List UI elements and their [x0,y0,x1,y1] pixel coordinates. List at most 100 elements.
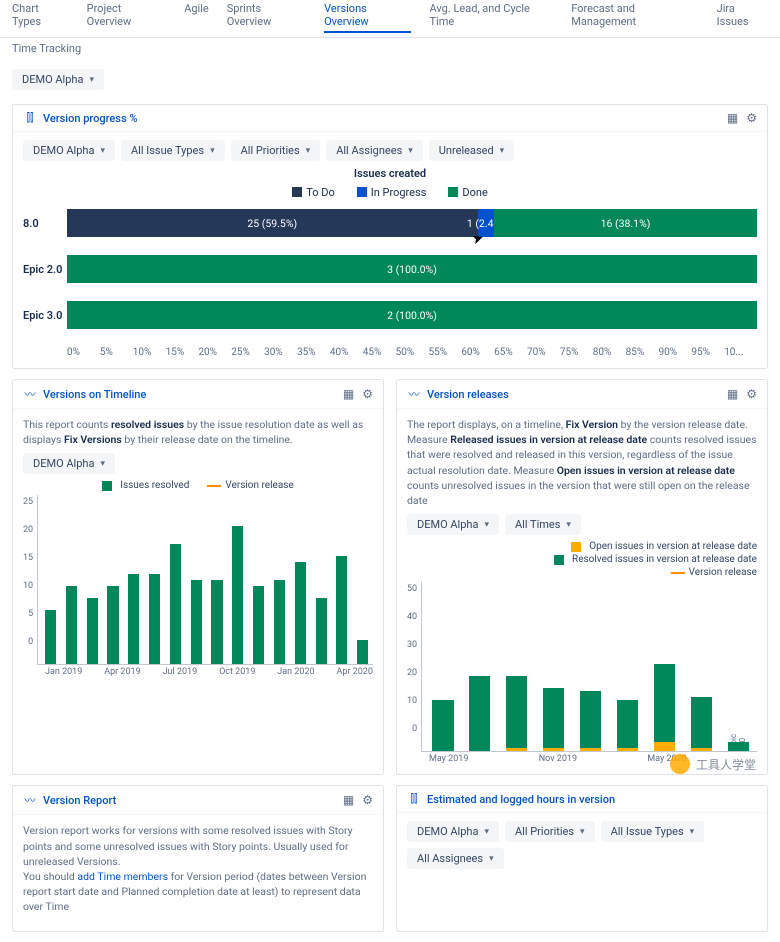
column [42,610,59,664]
column [188,580,205,664]
bar-segment: 1 (2.4%)➤ [478,209,495,237]
column-chart: 50403020100 1.02.03.0, Epic 1.04.05.06.0… [407,582,757,752]
column: 2.0 [146,574,163,664]
stacked-bar: 3 (100.0%) [67,255,757,283]
top-nav: Chart Types Project Overview Agile Sprints … [0,0,780,38]
settings-icon[interactable]: ⚙ [362,387,373,401]
column: 8.0 [685,697,718,751]
filter-pill[interactable]: All Priorities [505,821,595,842]
column: 6.0 [292,562,309,664]
filter-row: DEMO Alpha All Priorities All Issue Types A… [407,821,757,869]
panel-title-label: Version releases [427,388,509,401]
nav-tab[interactable]: Avg. Lead, and Cycle Time [429,2,553,33]
line-chart-icon: 〰 [23,792,37,808]
legend-swatch [571,542,581,552]
column: 5.0 [250,586,267,664]
column: Epic 2.0 [313,598,330,664]
filter-row: DEMO Alpha All Issue Types All PrioritiesA… [23,140,757,161]
panel-title-version-progress[interactable]: ⫿⫿ Version progress % [23,111,137,125]
column: 4.0 [209,580,226,664]
chart-title: Issues created [23,167,757,180]
panel-description: This report counts resolved issues by th… [23,417,373,447]
cursor-icon: ➤ [469,229,485,248]
column: Epic 3.0 [722,742,755,751]
panel-title-label: Versions on Timeline [43,388,146,401]
filter-pill[interactable]: DEMO Alpha [407,514,499,535]
panel-title-label: Version progress % [43,112,137,125]
line-chart-icon: 〰 [23,386,37,402]
nav-tab[interactable]: Forecast and Management [571,2,698,33]
stacked-bar: 25 (59.5%)1 (2.4%)➤16 (38.1%) [67,209,757,237]
table-view-icon[interactable]: ▦ [727,387,738,401]
panel-title-releases[interactable]: 〰 Version releases [407,386,509,402]
legend-swatch [357,187,367,197]
stacked-bar-chart: 8.025 (59.5%)1 (2.4%)➤16 (38.1%)Epic 2.0… [23,209,757,329]
chart-legend: Issues resolved Version release [23,480,373,491]
nav-tab[interactable]: Jira Issues [717,2,768,33]
filter-pill[interactable]: All Assignees [407,848,504,869]
column [63,586,80,664]
filter-pill[interactable]: DEMO Alpha [407,821,499,842]
column [125,574,142,664]
legend-swatch [554,555,564,565]
filter-pill[interactable]: DEMO Alpha [23,140,115,161]
nav-tab[interactable]: Versions Overview [324,2,411,33]
project-selector[interactable]: DEMO Alpha [12,69,104,90]
nav-tab[interactable]: Sprints Overview [227,2,306,33]
panel-description: Version report works for versions with s… [23,823,373,914]
column: 3.0, Epic 1.0 [167,544,184,664]
column [229,526,246,664]
filter-pill[interactable]: All Assignees [326,140,423,161]
column [84,598,101,664]
settings-icon[interactable]: ⚙ [362,793,373,807]
column: 3.0, Epic 1.0 [500,676,533,751]
filter-pill[interactable]: All Times [505,514,581,535]
chart-legend: To Do In Progress Done [23,186,757,199]
legend-swatch [448,187,458,197]
breadcrumb: Time Tracking [12,42,81,55]
panel-title-label: Version Report [43,794,116,807]
bar-chart-icon: ⫿⫿ [407,792,421,806]
settings-icon[interactable]: ⚙ [746,387,757,401]
column: 1.0 [105,586,122,664]
column: 5.0 [574,691,607,751]
nav-tab[interactable]: Project Overview [87,2,167,33]
x-axis: 0%5%10%15%20%25%30%35%40%45%50%55%60%65%… [67,347,757,358]
column-chart: 2520151050 1.02.03.0, Epic 1.04.05.06.0E… [23,495,373,665]
column [271,580,288,664]
legend-label: Done [462,186,487,199]
legend-label: In Progress [371,186,427,199]
column: 2.0 [463,676,496,751]
column: 4.0 [537,688,570,751]
panel-versions-on-timeline: 〰 Versions on Timeline ▦ ⚙ This report c… [12,379,384,775]
nav-tab[interactable]: Chart Types [12,2,69,33]
panel-title-timeline[interactable]: 〰 Versions on Timeline [23,386,146,402]
filter-pill[interactable]: Unreleased [429,140,514,161]
legend-swatch [292,187,302,197]
nav-tab[interactable]: Agile [184,2,209,33]
column: 6.0, Epic 2.0 [611,700,644,751]
panel-estimated-logged-hours: ⫿⫿ Estimated and logged hours in version… [396,785,768,931]
filter-pill[interactable]: All Issue Types [601,821,705,842]
table-view-icon[interactable]: ▦ [343,387,354,401]
legend-line [671,572,685,574]
bar-category: Epic 2.0 [23,263,67,276]
filter-pill[interactable]: All Priorities [231,140,321,161]
column: 7.0 [334,556,351,664]
table-view-icon[interactable]: ▦ [343,793,354,807]
column: 1.0 [426,700,459,751]
bar-category: Epic 3.0 [23,309,67,322]
panel-title-version-report[interactable]: 〰 Version Report [23,792,116,808]
bar-segment: 2 (100.0%) [67,301,757,329]
table-view-icon[interactable]: ▦ [727,111,738,125]
add-time-members-link[interactable]: add Time members [77,870,168,883]
legend-label: To Do [306,186,335,199]
settings-icon[interactable]: ⚙ [746,111,757,125]
bar-segment: 25 (59.5%) [67,209,478,237]
panel-version-report: 〰 Version Report ▦ ⚙ Version report work… [12,785,384,931]
filter-pill[interactable]: All Issue Types [121,140,225,161]
panel-title-estimated-logged[interactable]: ⫿⫿ Estimated and logged hours in version [407,792,615,806]
bar-chart-icon: ⫿⫿ [23,111,37,125]
panel-version-progress: ⫿⫿ Version progress % ▦ ⚙ DEMO Alpha All … [12,104,768,369]
project-filter[interactable]: DEMO Alpha [23,453,115,474]
